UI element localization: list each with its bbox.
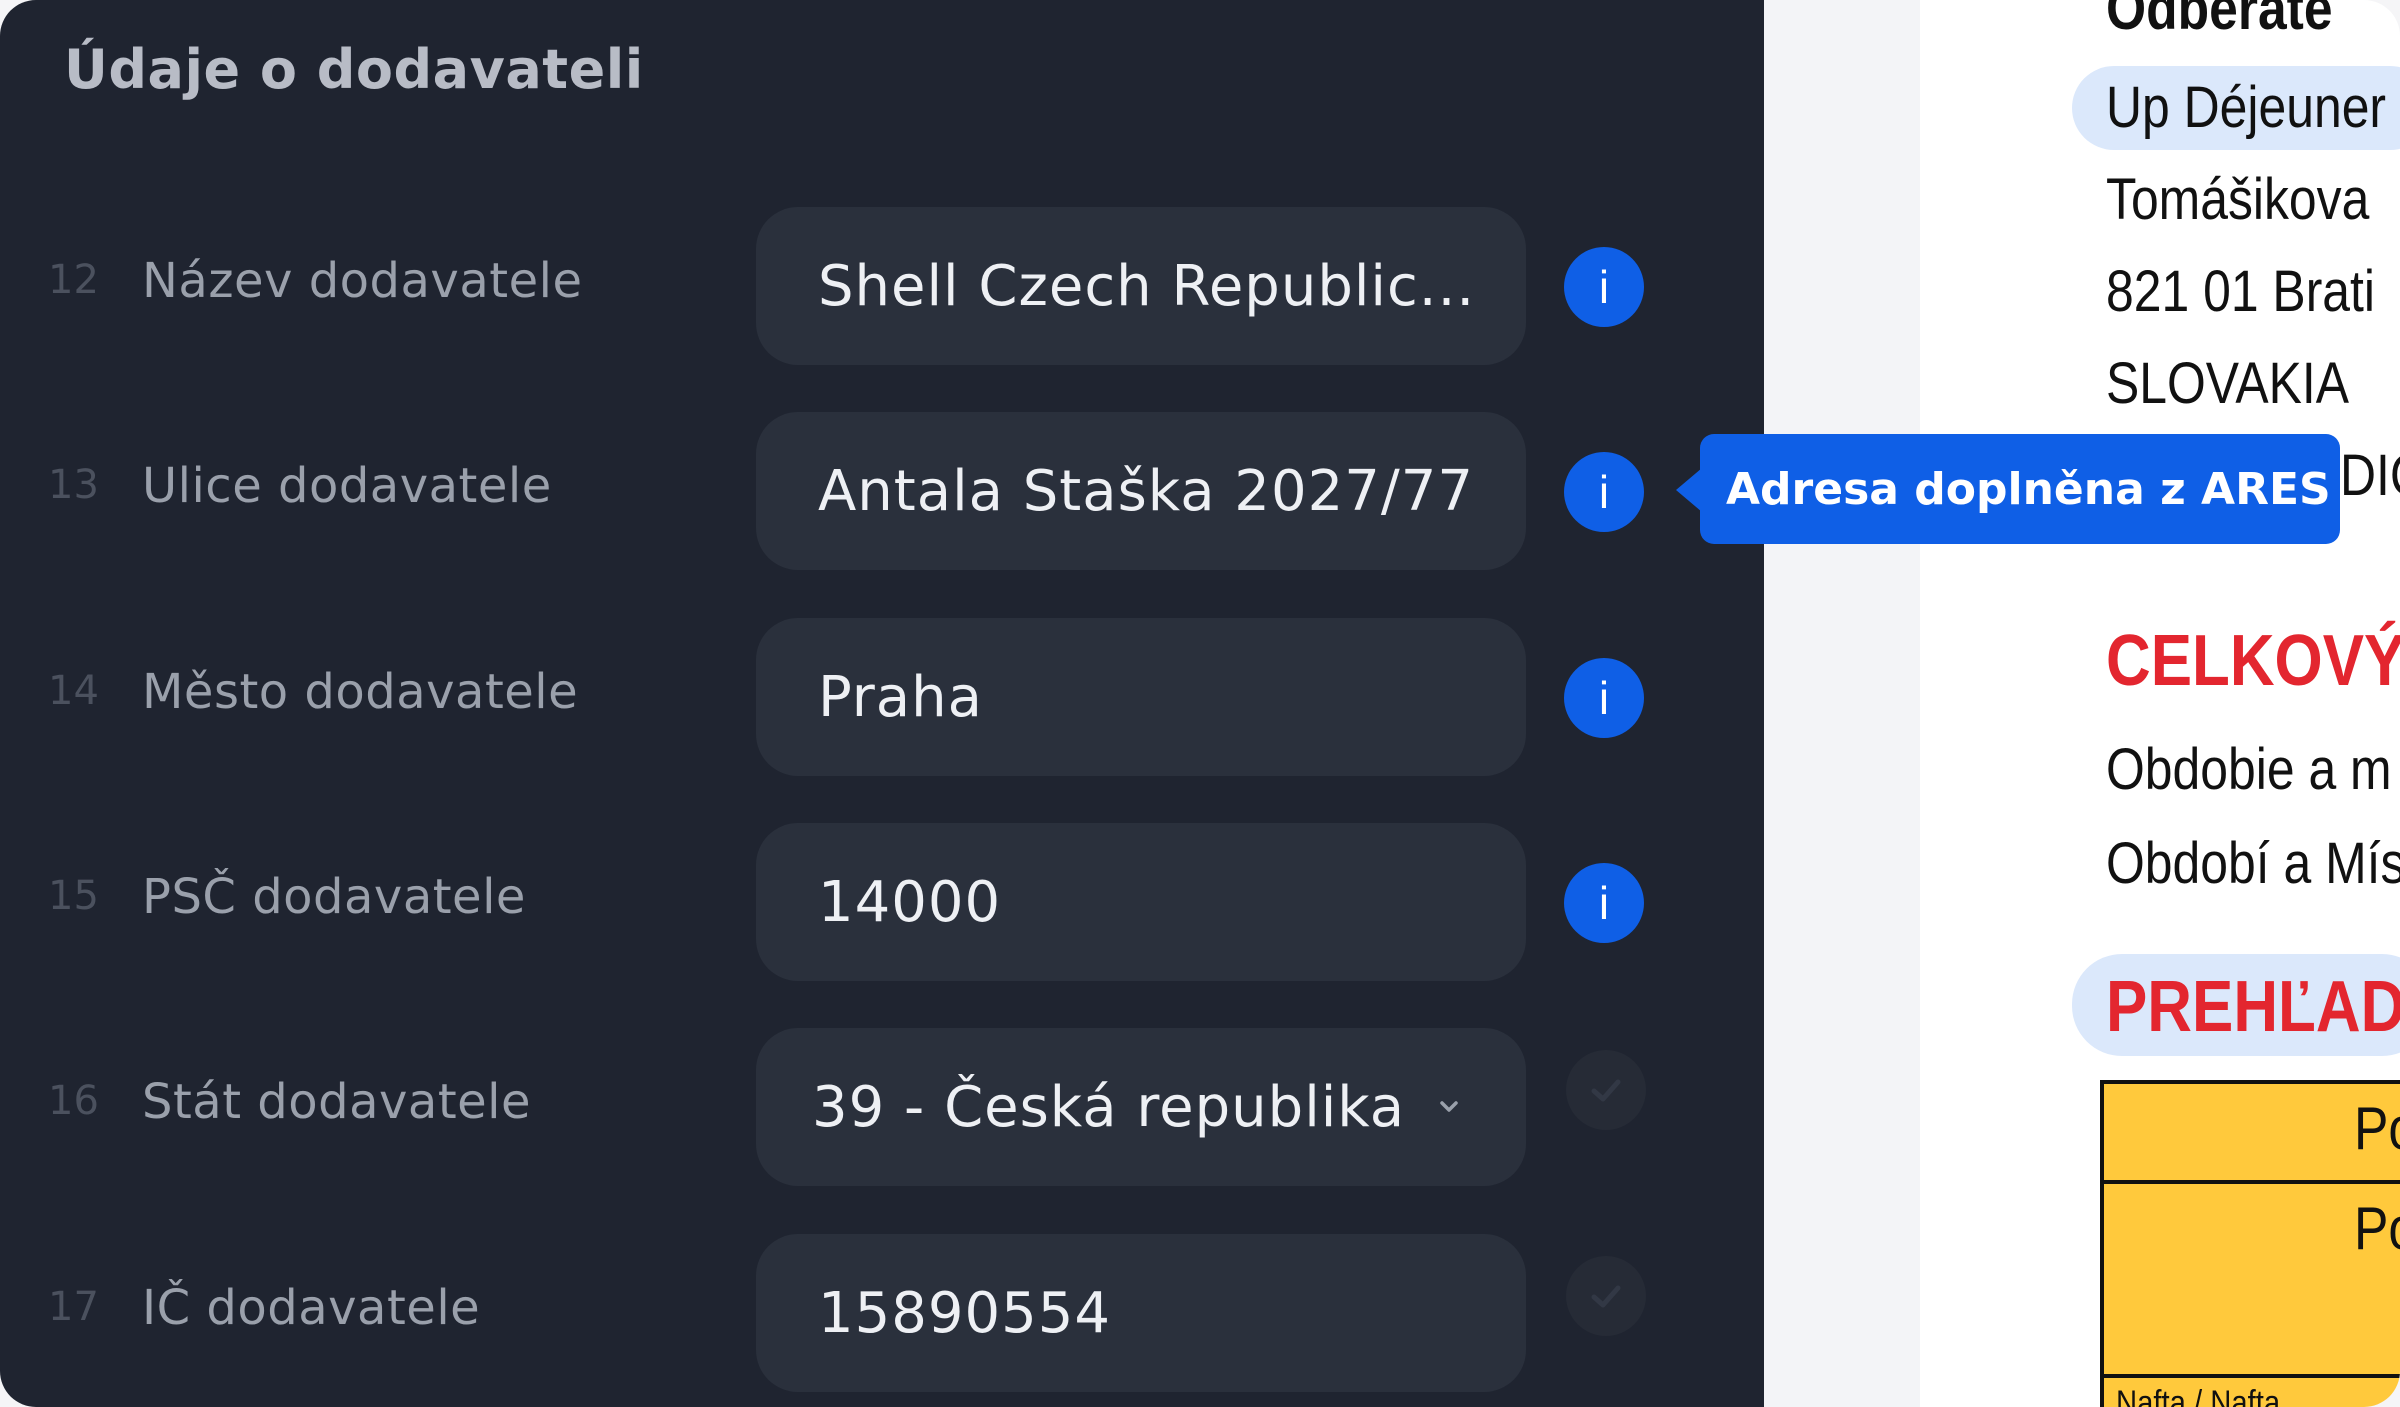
- panel-title: Údaje o dodavateli: [64, 38, 644, 101]
- tooltip-text: Adresa doplněna z ARES: [1726, 463, 2331, 515]
- doc-street: Tomášikova: [2106, 167, 2370, 232]
- doc-city: 821 01 Brati: [2106, 259, 2375, 324]
- field-value: Praha: [818, 664, 983, 730]
- doc-period-cz: Období a Mís: [2106, 831, 2400, 896]
- field-row-supplier-zip: 15 PSČ dodavatele 14000 i: [0, 823, 1764, 983]
- doc-total-heading: CELKOVÝ: [2106, 621, 2400, 701]
- field-label: PSČ dodavatele: [142, 869, 526, 925]
- field-row-supplier-street: 13 Ulice dodavatele Antala Staška 2027/7…: [0, 412, 1764, 572]
- field-value: Shell Czech Republic...: [818, 253, 1476, 319]
- table-cell: Po: [2354, 1095, 2400, 1162]
- field-label: Název dodavatele: [142, 253, 583, 309]
- doc-heading-customer: Odberate: [2106, 0, 2333, 42]
- row-number: 16: [48, 1078, 99, 1124]
- info-glyph: i: [1598, 466, 1610, 518]
- table-divider: [2104, 1374, 2400, 1378]
- invoice-page: Odberate Up Déjeuner Tomášikova 821 01 B…: [1920, 0, 2400, 1407]
- row-number: 14: [48, 668, 99, 714]
- info-icon[interactable]: i: [1564, 863, 1644, 943]
- doc-tax-id: DIČ: [2340, 443, 2400, 508]
- doc-company: Up Déjeuner: [2106, 75, 2387, 140]
- field-row-supplier-city: 14 Město dodavatele Praha i: [0, 618, 1764, 778]
- doc-overview-heading: PREHĽAD: [2106, 967, 2400, 1047]
- supplier-city-input[interactable]: Praha: [756, 618, 1526, 776]
- row-number: 15: [48, 873, 99, 919]
- info-icon[interactable]: i: [1564, 658, 1644, 738]
- table-cell: Po: [2354, 1195, 2400, 1262]
- field-label: Ulice dodavatele: [142, 458, 552, 514]
- info-glyph: i: [1598, 261, 1610, 313]
- supplier-country-select[interactable]: 39 - Česká republika: [756, 1028, 1526, 1186]
- check-icon[interactable]: [1566, 1256, 1646, 1336]
- field-row-supplier-ico: 17 IČ dodavatele 15890554: [0, 1234, 1764, 1394]
- ares-tooltip: Adresa doplněna z ARES: [1700, 434, 2340, 544]
- supplier-name-input[interactable]: Shell Czech Republic...: [756, 207, 1526, 365]
- info-icon[interactable]: i: [1564, 247, 1644, 327]
- doc-table: Po Po Nafta / Nafta: [2100, 1080, 2400, 1407]
- info-glyph: i: [1598, 672, 1610, 724]
- supplier-zip-input[interactable]: 14000: [756, 823, 1526, 981]
- field-label: Město dodavatele: [142, 664, 579, 720]
- row-number: 13: [48, 462, 99, 508]
- field-row-supplier-name: 12 Název dodavatele Shell Czech Republic…: [0, 207, 1764, 367]
- field-value: 39 - Česká republika: [812, 1074, 1406, 1140]
- info-glyph: i: [1598, 877, 1610, 929]
- supplier-panel: Údaje o dodavateli 12 Název dodavatele S…: [0, 0, 1764, 1407]
- chevron-down-icon: [1440, 1101, 1458, 1112]
- field-label: Stát dodavatele: [142, 1074, 532, 1130]
- field-row-supplier-country: 16 Stát dodavatele 39 - Česká republika: [0, 1028, 1764, 1188]
- doc-period-sk: Obdobie a m: [2106, 737, 2392, 802]
- row-number: 17: [48, 1284, 99, 1330]
- tooltip-arrow: [1676, 468, 1702, 512]
- field-value: 14000: [818, 869, 1002, 935]
- doc-country: SLOVAKIA: [2106, 351, 2350, 416]
- field-label: IČ dodavatele: [142, 1280, 481, 1336]
- supplier-ico-input[interactable]: 15890554: [756, 1234, 1526, 1392]
- row-number: 12: [48, 257, 99, 303]
- info-icon[interactable]: i: [1564, 452, 1644, 532]
- supplier-street-input[interactable]: Antala Staška 2027/77: [756, 412, 1526, 570]
- field-value: Antala Staška 2027/77: [818, 458, 1474, 524]
- table-divider: [2104, 1180, 2400, 1184]
- table-footer-cell: Nafta / Nafta: [2116, 1384, 2281, 1407]
- check-icon[interactable]: [1566, 1050, 1646, 1130]
- field-value: 15890554: [818, 1280, 1112, 1346]
- app-window: Údaje o dodavateli 12 Název dodavatele S…: [0, 0, 2400, 1407]
